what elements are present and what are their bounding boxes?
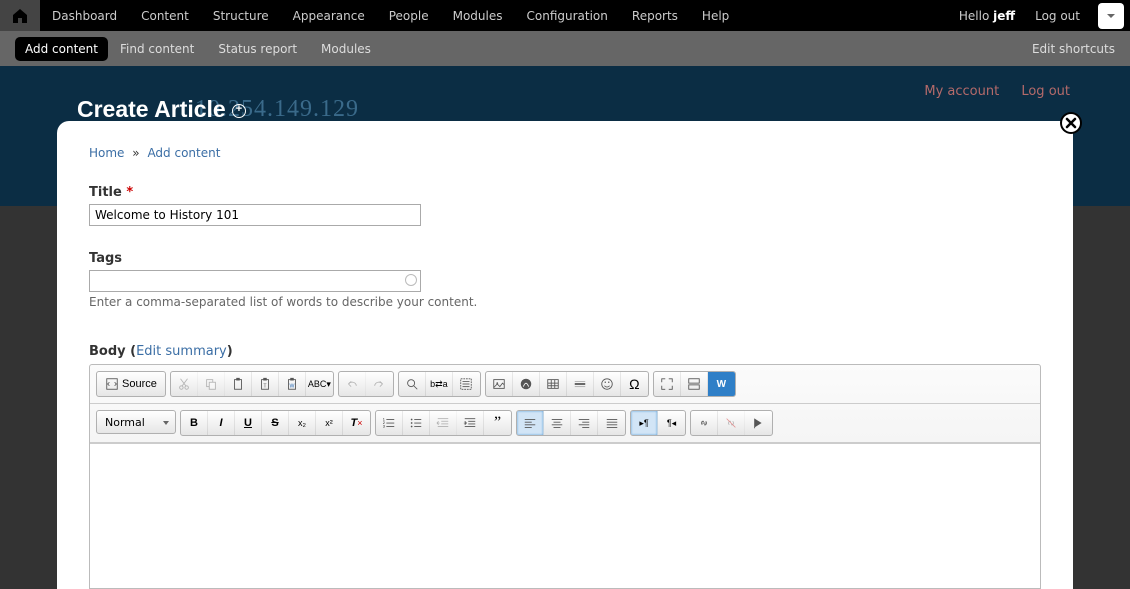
editor-content-area[interactable]: [90, 443, 1040, 588]
svg-text:T: T: [263, 384, 267, 390]
admin-menu-dashboard[interactable]: Dashboard: [40, 0, 129, 31]
my-account-link[interactable]: My account: [924, 84, 999, 99]
italic-icon[interactable]: I: [208, 411, 235, 435]
tags-label: Tags: [89, 251, 1041, 266]
source-button[interactable]: Source: [97, 372, 165, 396]
replace-icon[interactable]: b⇄a: [426, 372, 453, 396]
admin-menu-reports[interactable]: Reports: [620, 0, 690, 31]
tags-input[interactable]: [89, 270, 421, 292]
toolbar-toggle[interactable]: [1098, 3, 1124, 29]
svg-text:W: W: [289, 384, 294, 390]
paste-icon[interactable]: [225, 372, 252, 396]
justifyblock-icon[interactable]: [598, 411, 625, 435]
table-icon[interactable]: [540, 372, 567, 396]
body-label: Body (Edit summary): [89, 344, 1041, 359]
edit-summary-link[interactable]: Edit summary: [136, 344, 227, 359]
unlink-icon[interactable]: [718, 411, 745, 435]
indent-icon[interactable]: [457, 411, 484, 435]
word-icon[interactable]: W: [708, 372, 735, 396]
admin-menu-appearance[interactable]: Appearance: [281, 0, 377, 31]
editor-toolbar-row-2: Normal B I U S x₂ x² T× 123 ”: [90, 404, 1040, 443]
edit-shortcuts-link[interactable]: Edit shortcuts: [1032, 42, 1115, 56]
outdent-icon[interactable]: [430, 411, 457, 435]
autocomplete-spinner-icon: [405, 274, 417, 286]
rtl-icon[interactable]: ¶◂: [658, 411, 685, 435]
home-icon[interactable]: [0, 0, 40, 31]
logout-link[interactable]: Log out: [1023, 0, 1092, 31]
breadcrumb-sep: »: [128, 146, 143, 160]
tags-field-wrapper: Tags Enter a comma-separated list of wor…: [89, 251, 1041, 309]
smiley-icon[interactable]: [594, 372, 621, 396]
link-icon[interactable]: [691, 411, 718, 435]
maximize-icon[interactable]: [654, 372, 681, 396]
svg-text:3: 3: [383, 424, 385, 428]
underline-icon[interactable]: U: [235, 411, 262, 435]
justifyleft-icon[interactable]: [517, 411, 544, 435]
blockquote-icon[interactable]: ”: [484, 411, 511, 435]
admin-menu-structure[interactable]: Structure: [201, 0, 281, 31]
add-shortcut-icon[interactable]: [232, 104, 246, 118]
shortcut-modules[interactable]: Modules: [309, 42, 383, 56]
shortcut-find-content[interactable]: Find content: [108, 42, 206, 56]
justifycenter-icon[interactable]: [544, 411, 571, 435]
title-label: Title *: [89, 185, 1041, 200]
specialchar-icon[interactable]: Ω: [621, 372, 648, 396]
admin-menu-content[interactable]: Content: [129, 0, 201, 31]
removeformat-icon[interactable]: T×: [343, 411, 370, 435]
paste-text-icon[interactable]: T: [252, 372, 279, 396]
hr-icon[interactable]: [567, 372, 594, 396]
image-icon[interactable]: [486, 372, 513, 396]
overlay-panel: Home » Add content Title * Tags Enter a …: [57, 121, 1073, 589]
shortcut-bar: Add content Find content Status report M…: [0, 31, 1130, 66]
find-icon[interactable]: [399, 372, 426, 396]
bulletedlist-icon[interactable]: [403, 411, 430, 435]
title-input[interactable]: [89, 204, 421, 226]
subscript-icon[interactable]: x₂: [289, 411, 316, 435]
format-select[interactable]: Normal: [96, 410, 176, 434]
paste-word-icon[interactable]: W: [279, 372, 306, 396]
page-title: Create Article: [77, 96, 246, 123]
shortcut-add-content[interactable]: Add content: [15, 37, 108, 61]
header-logout-link[interactable]: Log out: [1021, 84, 1070, 99]
close-icon[interactable]: [1059, 111, 1083, 135]
bold-icon[interactable]: B: [181, 411, 208, 435]
justifyright-icon[interactable]: [571, 411, 598, 435]
shortcut-status-report[interactable]: Status report: [206, 42, 309, 56]
rich-text-editor: Source T W ABC▾ b⇄a: [89, 364, 1041, 589]
anchor-icon[interactable]: [745, 411, 772, 435]
admin-menu-people[interactable]: People: [377, 0, 441, 31]
showblocks-icon[interactable]: [681, 372, 708, 396]
numberedlist-icon[interactable]: 123: [376, 411, 403, 435]
admin-menu-configuration[interactable]: Configuration: [515, 0, 620, 31]
redo-icon[interactable]: [366, 372, 393, 396]
admin-menu-help[interactable]: Help: [690, 0, 741, 31]
flash-icon[interactable]: [513, 372, 540, 396]
cut-icon[interactable]: [171, 372, 198, 396]
undo-icon[interactable]: [339, 372, 366, 396]
hello-text: Hello jeff: [951, 9, 1023, 23]
spellcheck-icon[interactable]: ABC▾: [306, 372, 333, 396]
tags-description: Enter a comma-separated list of words to…: [89, 295, 1041, 309]
breadcrumb-home[interactable]: Home: [89, 146, 124, 160]
title-field-wrapper: Title *: [89, 185, 1041, 226]
selectall-icon[interactable]: [453, 372, 480, 396]
breadcrumb-current[interactable]: Add content: [147, 146, 220, 160]
editor-toolbar-row-1: Source T W ABC▾ b⇄a: [90, 365, 1040, 404]
breadcrumb: Home » Add content: [89, 146, 1041, 160]
superscript-icon[interactable]: x²: [316, 411, 343, 435]
copy-icon[interactable]: [198, 372, 225, 396]
strike-icon[interactable]: S: [262, 411, 289, 435]
ltr-icon[interactable]: ▸¶: [631, 411, 658, 435]
admin-toolbar: Dashboard Content Structure Appearance P…: [0, 0, 1130, 31]
admin-menu-modules[interactable]: Modules: [441, 0, 515, 31]
